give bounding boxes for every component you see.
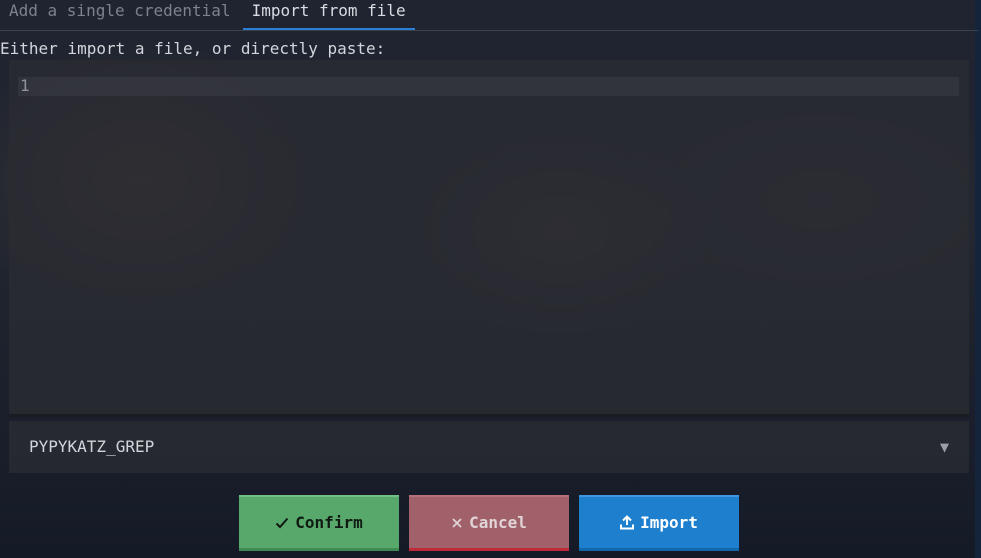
window-edge xyxy=(975,0,981,558)
import-button[interactable]: Import xyxy=(579,495,739,551)
confirm-button[interactable]: Confirm xyxy=(239,495,399,551)
check-icon xyxy=(275,517,289,529)
parser-select[interactable]: PYPYKATZ_GREP ▼ xyxy=(9,421,969,473)
tab-add-single-credential[interactable]: Add a single credential xyxy=(0,0,240,28)
tab-bar: Add a single credential Import from file xyxy=(0,0,978,31)
tab-import-from-file[interactable]: Import from file xyxy=(242,0,415,30)
import-label: Import xyxy=(640,513,698,532)
import-instructions: Either import a file, or directly paste: xyxy=(0,39,386,58)
cancel-button[interactable]: Cancel xyxy=(409,495,569,551)
close-icon xyxy=(451,517,463,529)
line-number: 1 xyxy=(20,76,30,95)
triangle-down-icon[interactable]: ▼ xyxy=(940,437,949,457)
parser-select-value: PYPYKATZ_GREP xyxy=(29,437,155,456)
paste-editor[interactable]: 1 xyxy=(9,60,969,417)
editor-current-line[interactable]: 1 xyxy=(18,76,959,96)
upload-icon xyxy=(620,515,635,530)
cancel-label: Cancel xyxy=(469,513,527,532)
confirm-label: Confirm xyxy=(295,513,363,532)
